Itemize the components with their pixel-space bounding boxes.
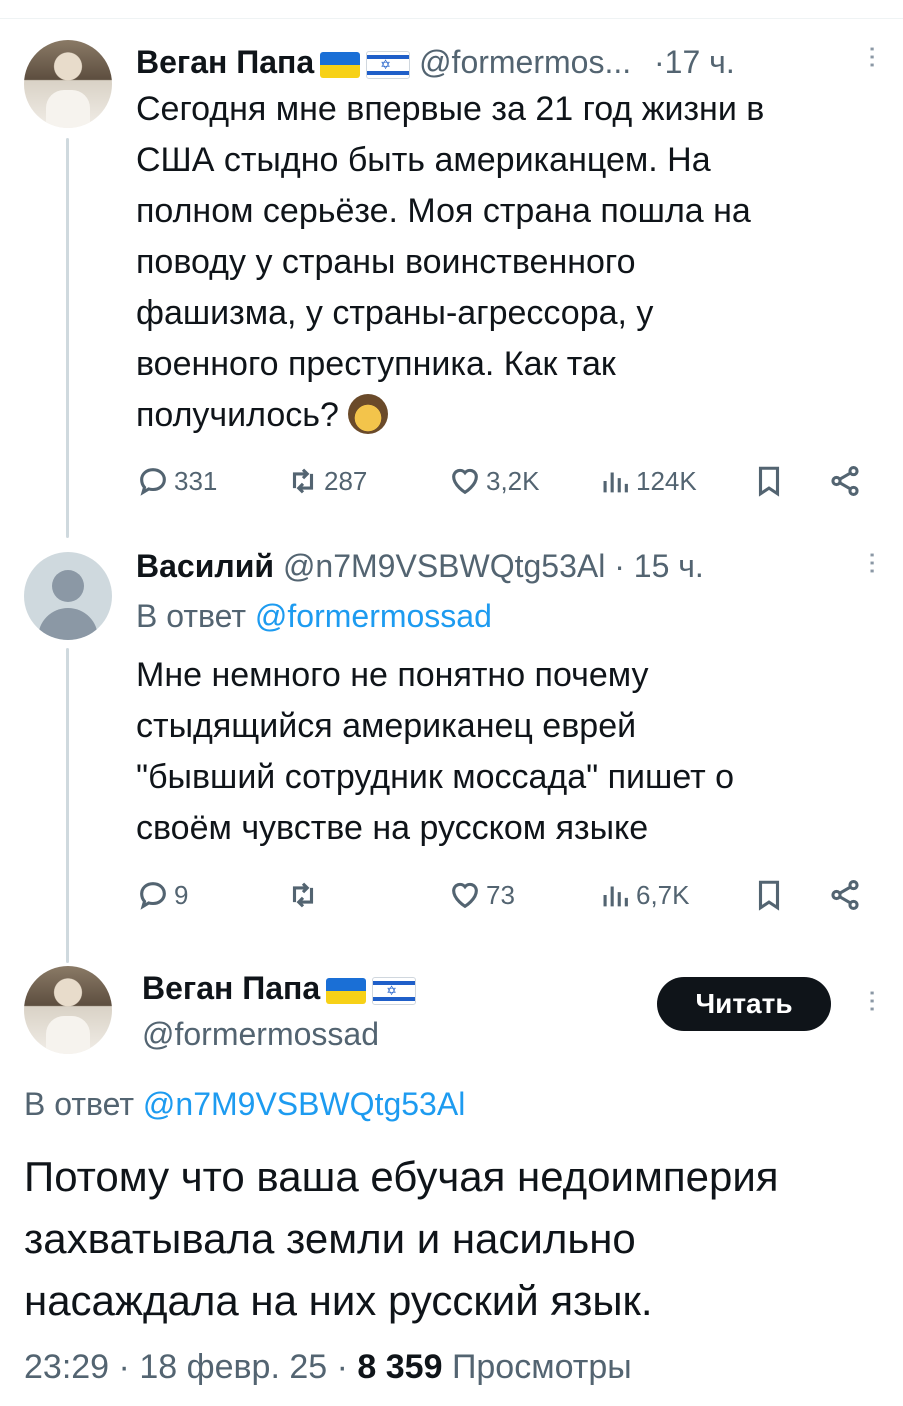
tweet-meta: 23:29 · 18 февр. 25 · 8 359 Просмотры — [24, 1348, 632, 1386]
action-bar: 9 73 6,7K — [136, 878, 876, 918]
reply-icon — [140, 468, 166, 496]
author-handle[interactable]: @n7M9VSBWQtg53Al — [283, 548, 605, 584]
action-bar: 331 287 3,2K 124K — [136, 464, 876, 504]
reply-handle-link[interactable]: @n7M9VSBWQtg53Al — [143, 1086, 465, 1122]
more-icon[interactable]: ··· — [857, 44, 890, 68]
share-button[interactable] — [828, 464, 866, 498]
tweet-text-line: Потому что ваша ебучая недоимперия — [24, 1153, 779, 1200]
views-count: 6,7K — [636, 879, 690, 910]
israel-flag-icon: ✡ — [366, 50, 411, 79]
bookmark-icon — [758, 880, 780, 911]
face-emoji-icon — [348, 394, 389, 434]
tweet-header: Веган Папа ✡ @formermos... ·17 ч. — [136, 42, 735, 82]
tweet-text-line: своём чувстве на русском языке — [136, 809, 649, 847]
author-name[interactable]: Василий — [136, 548, 274, 584]
views-count: 124K — [636, 465, 697, 496]
share-icon — [831, 879, 859, 911]
like-button[interactable]: 73 — [448, 878, 515, 912]
israel-flag-icon: ✡ — [372, 976, 417, 1005]
reply-handle-link[interactable]: @formermossad — [255, 598, 492, 634]
tweet-text: Потому что ваша ебучая недоимперия захва… — [24, 1146, 779, 1332]
tweet-text-line: Мне немного не понятно почему — [136, 656, 649, 694]
views-count: 8 359 — [357, 1348, 443, 1386]
retweet-count: 287 — [324, 465, 368, 496]
retweet-button[interactable]: 287 — [286, 464, 367, 498]
ukraine-flag-icon — [320, 51, 361, 78]
thread-line — [66, 138, 69, 538]
tweet-text-line: полном серьёзе. Моя страна пошла на — [136, 192, 751, 230]
tweet-text: Сегодня мне впервые за 21 год жизни в СШ… — [136, 84, 764, 441]
top-divider — [0, 18, 903, 19]
reply-button[interactable]: 331 — [136, 464, 217, 498]
retweet-icon — [292, 882, 314, 908]
reply-button[interactable]: 9 — [136, 878, 188, 912]
reply-prefix: В ответ — [136, 598, 247, 634]
follow-button[interactable]: Читать — [657, 977, 831, 1031]
reply-icon — [140, 882, 166, 910]
tweet-text-line: насаждала на них русский язык. — [24, 1277, 653, 1324]
like-count: 3,2K — [486, 465, 540, 496]
tweet-text-line: военного преступника. Как так — [136, 345, 616, 383]
views-button[interactable]: 124K — [598, 464, 697, 498]
like-icon — [452, 468, 478, 495]
author-handle[interactable]: @formermos... — [419, 44, 631, 80]
tweet-text-line: захватывала земли и насильно — [24, 1215, 636, 1262]
views-icon — [603, 886, 628, 907]
tweet-text-line: стыдящийся американец еврей — [136, 707, 637, 745]
tweet-time[interactable]: 23:29 — [24, 1348, 109, 1386]
more-icon[interactable]: ··· — [857, 550, 890, 574]
share-button[interactable] — [828, 878, 866, 912]
author-name[interactable]: Веган Папа — [142, 970, 320, 1006]
retweet-icon — [292, 468, 314, 494]
tweet-header: Василий @n7M9VSBWQtg53Al · 15 ч. — [136, 546, 704, 586]
views-icon — [603, 472, 628, 493]
bookmark-icon — [758, 466, 780, 497]
views-button[interactable]: 6,7K — [598, 878, 690, 912]
tweet-text-line: Сегодня мне впервые за 21 год жизни в — [136, 90, 765, 128]
reply-count: 331 — [174, 465, 218, 496]
like-icon — [452, 882, 478, 909]
avatar[interactable] — [24, 40, 112, 128]
thread-line — [66, 648, 69, 963]
ukraine-flag-icon — [326, 977, 367, 1004]
tweet-date[interactable]: 18 февр. 25 — [139, 1348, 327, 1386]
tweet-text-line: получилось? — [136, 390, 764, 441]
reply-prefix: В ответ — [24, 1086, 135, 1122]
tweet-text-line: поводу у страны воинственного — [136, 243, 636, 281]
tweet-header: Веган Папа ✡ — [142, 968, 417, 1008]
retweet-button[interactable] — [286, 878, 324, 912]
like-button[interactable]: 3,2K — [448, 464, 540, 498]
tweet-text-line: США стыдно быть американцем. На — [136, 141, 711, 179]
tweet-time[interactable]: 17 ч. — [665, 44, 735, 80]
separator: · — [654, 44, 665, 80]
bookmark-button[interactable] — [752, 464, 790, 498]
views-label: Просмотры — [451, 1348, 632, 1386]
reply-context: В ответ @formermossad — [136, 596, 492, 636]
more-icon[interactable]: ··· — [857, 988, 890, 1012]
separator: · — [614, 548, 625, 584]
tweet-time[interactable]: 15 ч. — [634, 548, 704, 584]
author-name[interactable]: Веган Папа — [136, 44, 314, 80]
tweet-text-line: "бывший сотрудник моссада" пишет о — [136, 758, 735, 796]
share-icon — [831, 465, 859, 497]
tweet-text-line-end: получилось? — [136, 396, 339, 434]
author-handle[interactable]: @formermossad — [142, 1014, 379, 1054]
tweet-text-line: фашизма, у страны-агрессора, у — [136, 294, 654, 332]
reply-count: 9 — [174, 879, 189, 910]
tweet-text: Мне немного не понятно почему стыдящийся… — [136, 650, 734, 854]
avatar[interactable] — [24, 966, 112, 1054]
like-count: 73 — [486, 879, 515, 910]
bookmark-button[interactable] — [752, 878, 790, 912]
avatar[interactable] — [24, 552, 112, 640]
reply-context: В ответ @n7M9VSBWQtg53Al — [24, 1084, 465, 1124]
